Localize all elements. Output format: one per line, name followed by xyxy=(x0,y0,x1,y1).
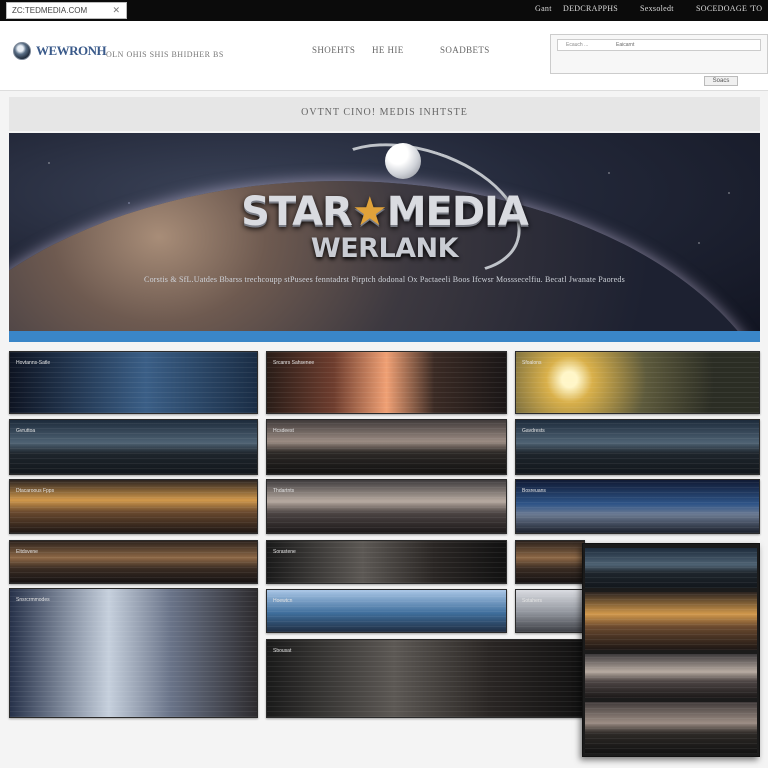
hero-logo-line2: WERLANK xyxy=(310,233,459,264)
video-thumbnail[interactable]: Thdartnts xyxy=(266,479,507,534)
video-thumbnail[interactable]: Sbousat xyxy=(266,639,586,718)
banner-title: OVTNT CINO! MEDIS INHTSTE xyxy=(301,107,468,118)
close-icon[interactable]: ✕ xyxy=(112,3,120,18)
search-button[interactable]: Soacs xyxy=(704,76,738,86)
video-thumbnail[interactable]: Sfoalons xyxy=(515,351,760,414)
thumbnail-title: Hoewtcn xyxy=(273,598,293,604)
address-bar[interactable]: ZC:TEDMEDIA.COM ✕ xyxy=(6,2,127,19)
nav-item-1[interactable]: SHOEHTS xyxy=(312,45,355,55)
video-thumbnail[interactable]: Hoewtcn xyxy=(266,589,507,633)
thumbnail-title: Sorastene xyxy=(273,549,296,555)
thumbnail-title: Sfoalons xyxy=(522,360,542,366)
video-thumbnail[interactable] xyxy=(515,540,585,584)
search-value: Eaicarnt xyxy=(616,42,635,48)
video-thumbnail[interactable]: Sorastene xyxy=(266,540,507,584)
top-link-1[interactable]: Gant xyxy=(535,4,552,13)
search-placeholder: Ecauch ... xyxy=(566,42,589,48)
hero-logo-word-2: MEDIA xyxy=(386,189,529,235)
thumbnail-title: Snsrcrmmodes xyxy=(16,597,50,603)
video-thumbnail[interactable]: Dtacaroous Fpps xyxy=(9,479,258,534)
hero-progress-bar xyxy=(9,331,760,342)
nav-item-3[interactable]: SOADBETS xyxy=(440,45,490,55)
thumbnail-title: Bosreuans xyxy=(522,488,546,494)
panel-video-strip[interactable] xyxy=(585,702,757,754)
video-thumbnail[interactable]: Bosreuans xyxy=(515,479,760,534)
banner-title-bar: OVTNT CINO! MEDIS INHTSTE xyxy=(9,97,760,131)
top-link-2[interactable]: DEDCRAPPHS xyxy=(563,4,618,13)
thumbnail-title: Sotahers xyxy=(522,598,543,604)
panel-video-strip[interactable] xyxy=(585,592,757,650)
hero-banner[interactable]: STAR★MEDIA WERLANK Corstis & SfL.Uatdes … xyxy=(9,133,760,331)
thumbnail-title: Eltdsvene xyxy=(16,549,38,555)
address-bar-text: ZC:TEDMEDIA.COM xyxy=(12,6,88,15)
video-thumbnail[interactable]: Hovtanns-Satle xyxy=(9,351,258,414)
globe-logo-icon[interactable] xyxy=(13,42,31,60)
top-link-3[interactable]: Sexsoledt xyxy=(640,4,674,13)
panel-video-strip[interactable] xyxy=(585,548,757,588)
star-icon: ★ xyxy=(351,189,388,235)
top-link-4[interactable]: SOCEDOAGE 'TO xyxy=(696,4,762,13)
hero-logo-line1: STAR★MEDIA xyxy=(9,189,760,235)
thumbnail-title: Sbousat xyxy=(273,648,292,654)
thumbnail-title: Hcsdeest xyxy=(273,428,294,434)
browser-top-bar: ZC:TEDMEDIA.COM ✕ Gant DEDCRAPPHS Sexsol… xyxy=(0,0,768,21)
thumbnail-title: Hovtanns-Satle xyxy=(16,360,51,366)
panel-video-strip[interactable] xyxy=(585,654,757,698)
thumbnail-title: Dtacaroous Fpps xyxy=(16,488,55,494)
video-thumbnail[interactable]: Gvruttoa xyxy=(9,419,258,475)
site-header: WEWRONH OLN OHIS SHIS BHIDHER BS SHOEHTS… xyxy=(0,21,768,91)
overlay-video-panel[interactable] xyxy=(582,543,760,757)
nav-item-2[interactable]: HE HIE xyxy=(372,45,404,55)
search-panel: Ecauch ... Eaicarnt xyxy=(550,34,768,74)
thumbnail-title: Thdartnts xyxy=(273,488,295,494)
satellite-icon xyxy=(385,143,421,179)
video-thumbnail[interactable]: Srcanrs Sahsenee xyxy=(266,351,507,414)
thumbnail-title: Gavdrests xyxy=(522,428,545,434)
hero-logo-word-1: STAR xyxy=(241,189,353,235)
video-thumbnail[interactable]: Sotahers xyxy=(515,589,585,633)
video-thumbnail[interactable]: Gavdrests xyxy=(515,419,760,475)
video-thumbnail[interactable]: Eltdsvene xyxy=(9,540,258,584)
video-thumbnail[interactable]: Snsrcrmmodes xyxy=(9,588,258,718)
video-thumbnail[interactable]: Hcsdeest xyxy=(266,419,507,475)
site-logo[interactable]: WEWRONH xyxy=(36,43,107,59)
thumbnail-title: Gvruttoa xyxy=(16,428,36,434)
search-input[interactable]: Ecauch ... Eaicarnt xyxy=(557,39,761,51)
hero-caption: Corstis & SfL.Uatdes Bbarss trechcoupp s… xyxy=(144,275,625,284)
thumbnail-title: Srcanrs Sahsenee xyxy=(273,360,315,366)
site-tagline: OLN OHIS SHIS BHIDHER BS xyxy=(106,50,224,59)
